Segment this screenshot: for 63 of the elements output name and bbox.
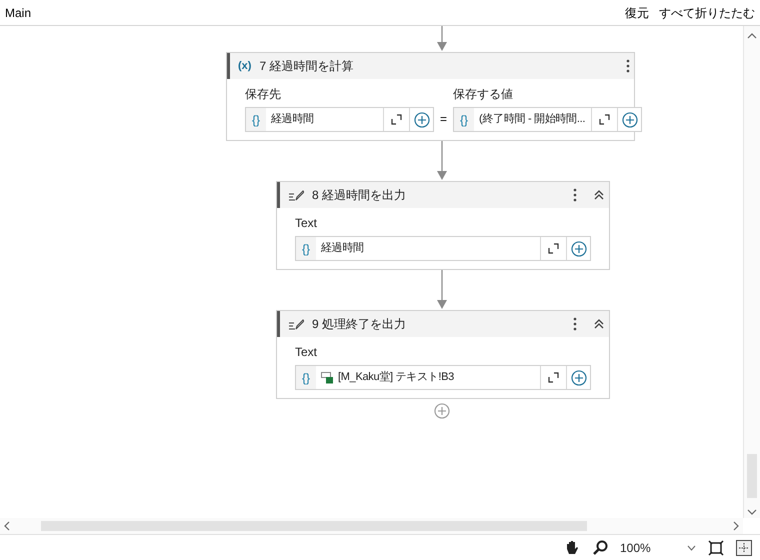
scroll-thumb[interactable] [747, 454, 757, 498]
expand-icon[interactable] [548, 243, 559, 254]
pencil-icon [288, 189, 304, 201]
spreadsheet-icon [321, 372, 334, 384]
variable-braces-icon: {} [296, 366, 316, 389]
scroll-down-icon[interactable] [747, 508, 757, 516]
action-card[interactable]: 8 経過時間を出力 Text {} 経過時間 [276, 181, 610, 270]
pencil-icon [288, 318, 304, 330]
scroll-thumb[interactable] [41, 521, 587, 531]
zoom-dropdown[interactable]: 100% [620, 538, 696, 556]
connector-arrow [437, 141, 447, 181]
expression-field[interactable]: {} 経過時間 [295, 236, 591, 261]
field-value: [M_Kaku堂] テキスト!B3 [338, 370, 454, 386]
expand-icon[interactable] [599, 114, 610, 125]
action-card[interactable]: 9 処理終了を出力 Text {} [M_Kaku堂] テキスト!B3 [276, 310, 610, 399]
header-link[interactable]: すべて折りたたむ [659, 4, 755, 22]
zoom-icon[interactable] [592, 540, 608, 556]
action-title: 8 経過時間を出力 [312, 187, 408, 204]
field-label: 保存する値 [453, 86, 514, 103]
tab-title: Main [5, 4, 32, 22]
field-value: 経過時間 [271, 112, 314, 128]
add-icon[interactable] [570, 240, 586, 256]
add-action-icon[interactable] [434, 403, 450, 419]
header-link[interactable]: 復元 [625, 4, 649, 22]
expression-field[interactable]: {} [M_Kaku堂] テキスト!B3 [295, 365, 591, 390]
action-header[interactable]: 9 処理終了を出力 [277, 311, 609, 337]
hand-icon[interactable] [564, 540, 580, 556]
horizontal-scrollbar[interactable] [0, 518, 743, 534]
collapse-icon[interactable] [593, 190, 605, 200]
variable-braces-icon: {} [296, 237, 316, 260]
action-title: 7 経過時間を計算 [259, 58, 354, 75]
fit-screen-icon[interactable] [708, 540, 724, 556]
variable-braces-icon: {} [454, 108, 474, 131]
expand-icon[interactable] [391, 114, 402, 125]
add-icon[interactable] [414, 112, 430, 128]
expand-icon[interactable] [548, 372, 559, 383]
more-icon[interactable] [573, 188, 577, 202]
scroll-right-icon[interactable] [732, 521, 740, 531]
action-header[interactable]: (x) 7 経過時間を計算 [227, 53, 634, 79]
expression-field[interactable]: {} 経過時間 [245, 107, 434, 132]
field-value: (終了時間 - 開始時間... [479, 112, 586, 128]
connector-arrow [437, 26, 447, 52]
more-icon[interactable] [573, 317, 577, 331]
vertical-scrollbar[interactable] [743, 26, 760, 518]
field-label: Text [295, 215, 318, 232]
scroll-up-icon[interactable] [747, 32, 757, 40]
collapse-icon[interactable] [593, 319, 605, 329]
overview-icon[interactable] [736, 540, 752, 556]
action-header[interactable]: 8 経過時間を出力 [277, 182, 609, 208]
add-icon[interactable] [622, 112, 638, 128]
expression-field[interactable]: {} (終了時間 - 開始時間... [453, 107, 642, 132]
field-label: Text [295, 344, 318, 361]
variable-icon: (x) [238, 58, 252, 74]
variable-braces-icon: {} [246, 108, 266, 131]
scroll-left-icon[interactable] [3, 521, 11, 531]
action-title: 9 処理終了を出力 [312, 316, 408, 333]
field-label: 保存先 [245, 86, 282, 103]
more-icon[interactable] [626, 59, 630, 73]
add-icon[interactable] [570, 370, 586, 386]
equals-sign: = [440, 111, 448, 128]
chevron-down-icon [687, 544, 696, 550]
connector-arrow [437, 270, 447, 310]
field-value: 経過時間 [321, 241, 364, 256]
